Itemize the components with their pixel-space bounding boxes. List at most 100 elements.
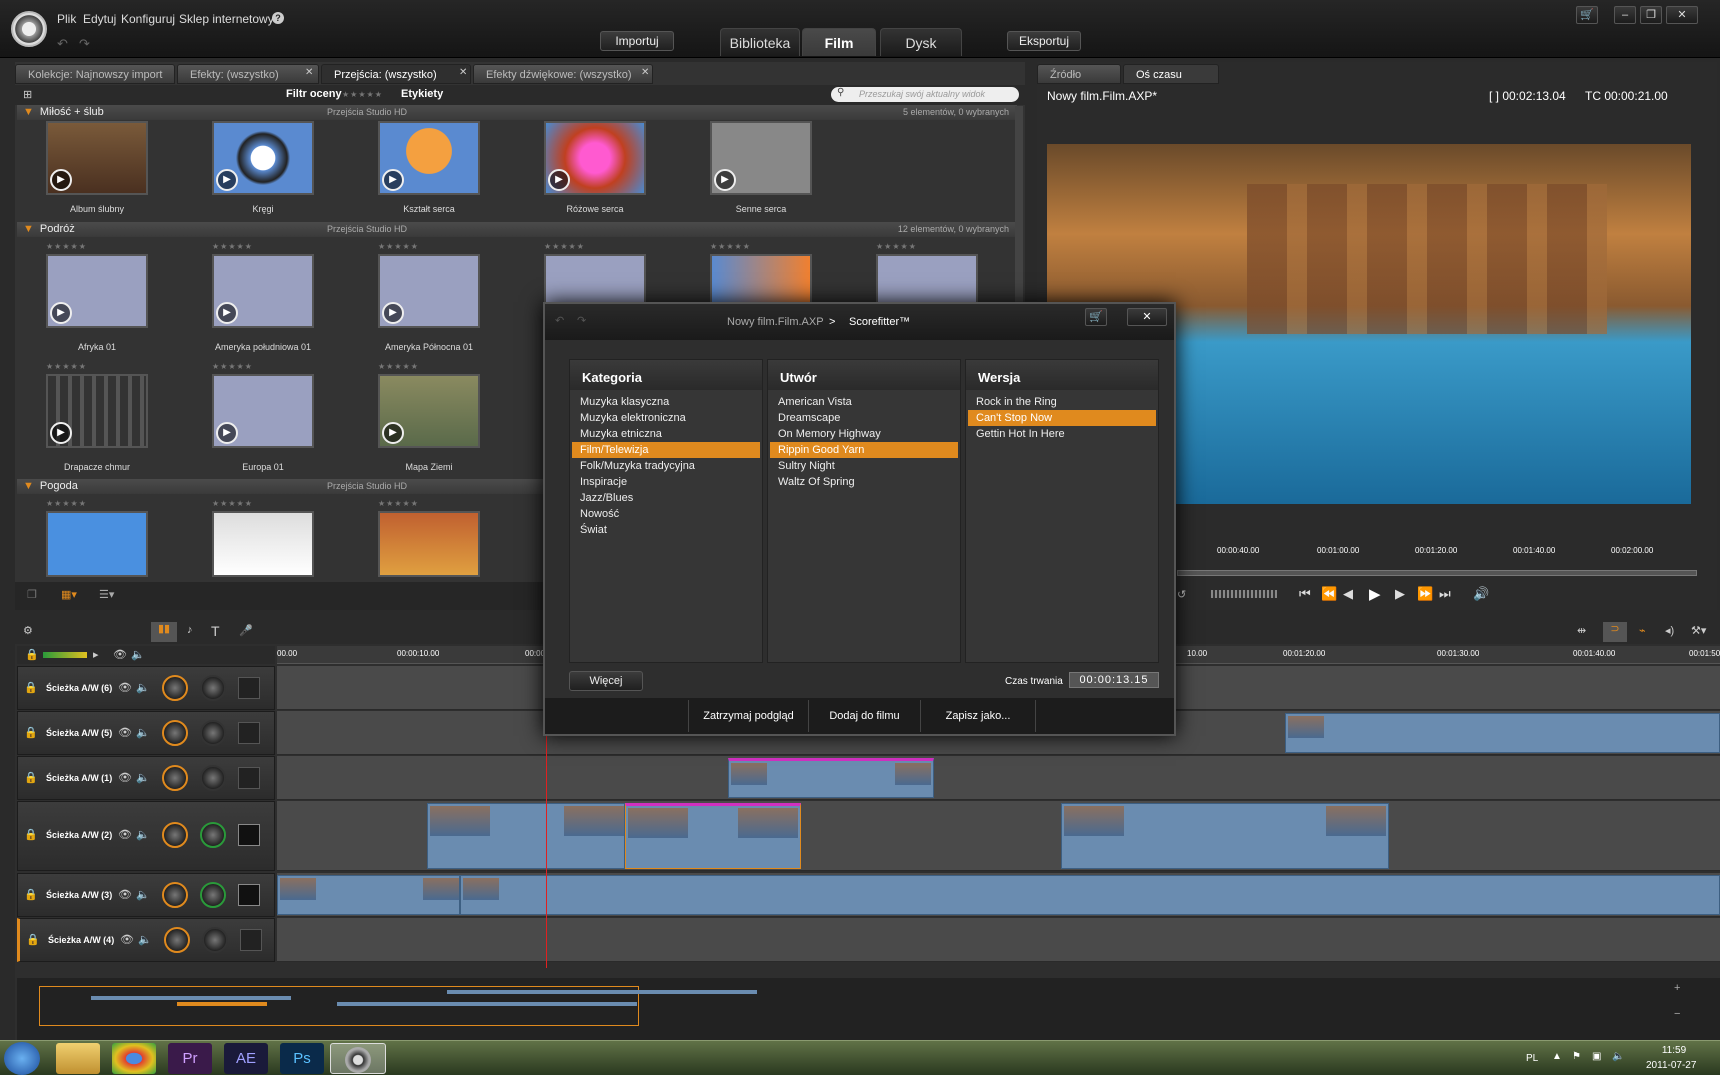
video-clip[interactable] [1285, 713, 1720, 753]
clock-time[interactable]: 11:59 [1652, 1045, 1696, 1056]
volume-icon[interactable]: 🔊 [1473, 586, 1489, 602]
next-frame-icon[interactable]: ⏩ [1417, 586, 1433, 602]
video-clip[interactable] [728, 758, 934, 798]
clock-date[interactable]: 2011-07-27 [1646, 1060, 1696, 1071]
voiceover-icon[interactable]: 🎤 [239, 624, 253, 637]
edit-mode-icon[interactable]: ⚒▾ [1691, 624, 1706, 637]
restore-button[interactable]: ❐ [1640, 6, 1662, 24]
transition-thumb[interactable]: ▶ [378, 121, 480, 195]
help-icon[interactable]: ? [272, 12, 284, 24]
pan-knob[interactable] [200, 822, 226, 848]
redo-icon[interactable]: ↷ [79, 36, 90, 52]
menu-configure[interactable]: Konfiguruj [121, 12, 175, 26]
track-lane[interactable] [277, 873, 1720, 917]
duration-field[interactable]: 00:00:13.15 [1069, 672, 1159, 688]
tab-source[interactable]: Źródło [1037, 64, 1121, 84]
volume-knob[interactable] [162, 822, 188, 848]
speaker-icon[interactable]: 🔈 [136, 888, 150, 901]
minimize-button[interactable]: – [1614, 6, 1636, 24]
pan-knob[interactable] [200, 720, 226, 746]
track-lane[interactable] [277, 801, 1720, 871]
step-forward-icon[interactable]: ▶ [1395, 586, 1405, 602]
zoom-out-icon[interactable]: − [1674, 1008, 1680, 1020]
eye-icon[interactable]: 👁 [118, 726, 132, 739]
transition-thumb[interactable]: ▶ [378, 374, 480, 448]
search-input[interactable]: Przeszukaj swój aktualny widok [831, 87, 1019, 102]
version-item[interactable]: Rock in the Ring [968, 394, 1156, 410]
lock-icon[interactable]: 🔒 [24, 681, 38, 694]
rating-filter-stars[interactable]: ★★★★★ [342, 90, 383, 99]
category-item[interactable]: Jazz/Blues [572, 490, 760, 506]
close-tab-icon[interactable]: ✕ [641, 67, 649, 78]
dialog-close-button[interactable]: ✕ [1127, 308, 1167, 326]
track-header[interactable]: 🔒 Ścieżka A/W (6) 👁 🔈 [17, 666, 275, 710]
add-to-movie-button[interactable]: Dodaj do filmu [808, 700, 920, 732]
transition-thumb[interactable]: ▶ [46, 121, 148, 195]
tab-movie[interactable]: Film [802, 28, 876, 56]
cart-icon[interactable]: 🛒 [1085, 308, 1107, 326]
category-item-selected[interactable]: Film/Telewizja [572, 442, 760, 458]
import-button[interactable]: Importuj [600, 31, 674, 51]
redo-icon[interactable]: ↷ [577, 314, 586, 327]
category-item[interactable]: Folk/Muzyka tradycyjna [572, 458, 760, 474]
song-item-selected[interactable]: Rippin Good Yarn [770, 442, 958, 458]
chrome-icon[interactable] [112, 1043, 156, 1074]
play-icon[interactable]: ▶ [382, 422, 404, 444]
save-as-button[interactable]: Zapisz jako... [920, 700, 1036, 732]
play-icon[interactable]: ▶ [216, 302, 238, 324]
volume-tray-icon[interactable]: 🔈 [1612, 1051, 1624, 1062]
transition-thumb[interactable]: ▶ [378, 254, 480, 328]
ripple-icon[interactable]: ⌁ [1639, 624, 1646, 637]
track-lane[interactable] [277, 918, 1720, 962]
navigator[interactable]: + − [17, 978, 1720, 1040]
more-button[interactable]: Więcej [569, 671, 643, 691]
transition-thumb[interactable]: ▶ [710, 121, 812, 195]
scorefitter-icon[interactable]: ♪ [187, 624, 193, 636]
surround-panner[interactable] [238, 677, 260, 699]
volume-knob[interactable] [162, 720, 188, 746]
play-icon[interactable]: ▶ [216, 422, 238, 444]
volume-knob[interactable] [162, 675, 188, 701]
grid-view-icon[interactable]: ▦▾ [61, 588, 77, 601]
tab-library[interactable]: Biblioteka [720, 28, 800, 56]
loop-icon[interactable]: ↺ [1177, 588, 1186, 601]
category-item[interactable]: Świat [572, 522, 760, 538]
rating-stars[interactable]: ★★★★★ [378, 499, 419, 508]
lib-tab-transitions[interactable]: Przejścia: (wszystko) [321, 64, 471, 84]
scrub-bar[interactable] [1177, 570, 1697, 576]
go-start-icon[interactable]: ⏮ [1299, 586, 1311, 602]
language-indicator[interactable]: PL [1526, 1053, 1538, 1064]
eye-icon[interactable]: 👁 [118, 888, 132, 901]
transition-thumb[interactable] [212, 511, 314, 577]
export-button[interactable]: Eksportuj [1007, 31, 1081, 51]
rating-stars[interactable]: ★★★★★ [544, 242, 585, 251]
prev-frame-icon[interactable]: ⏪ [1321, 586, 1337, 602]
speaker-icon[interactable]: 🔈 [136, 771, 150, 784]
cart-icon[interactable]: 🛒 [1576, 6, 1598, 24]
magnet-icon[interactable]: ⊃ [1603, 622, 1627, 642]
track-lane[interactable] [277, 756, 1720, 800]
tray-expand-icon[interactable]: ▲ [1552, 1051, 1562, 1062]
premiere-icon[interactable]: Pr [168, 1043, 212, 1074]
song-item[interactable]: American Vista [770, 394, 958, 410]
close-button[interactable]: ✕ [1666, 6, 1698, 24]
version-item-selected[interactable]: Can't Stop Now [968, 410, 1156, 426]
expand-icon[interactable]: ▸ [93, 648, 99, 661]
video-clip[interactable] [277, 875, 460, 915]
category-item[interactable]: Muzyka klasyczna [572, 394, 760, 410]
eye-icon[interactable]: 👁 [118, 681, 132, 694]
speaker-icon[interactable]: 🔈 [131, 648, 145, 661]
step-back-icon[interactable]: ◀ [1343, 586, 1353, 602]
audio-scrub-icon[interactable]: ◂) [1665, 624, 1674, 637]
category-item[interactable]: Muzyka etniczna [572, 426, 760, 442]
play-icon[interactable]: ▶ [382, 169, 404, 191]
pan-knob[interactable] [202, 927, 228, 953]
track-header[interactable]: 🔒 Ścieżka A/W (4) 👁 🔈 [17, 918, 275, 962]
pan-knob[interactable] [200, 882, 226, 908]
speaker-icon[interactable]: 🔈 [138, 933, 152, 946]
pan-knob[interactable] [200, 675, 226, 701]
rating-filter-label[interactable]: Filtr oceny [286, 88, 342, 100]
tags-label[interactable]: Etykiety [401, 88, 443, 100]
list-view-icon[interactable]: ☰▾ [99, 588, 114, 601]
speaker-icon[interactable]: 🔈 [136, 828, 150, 841]
